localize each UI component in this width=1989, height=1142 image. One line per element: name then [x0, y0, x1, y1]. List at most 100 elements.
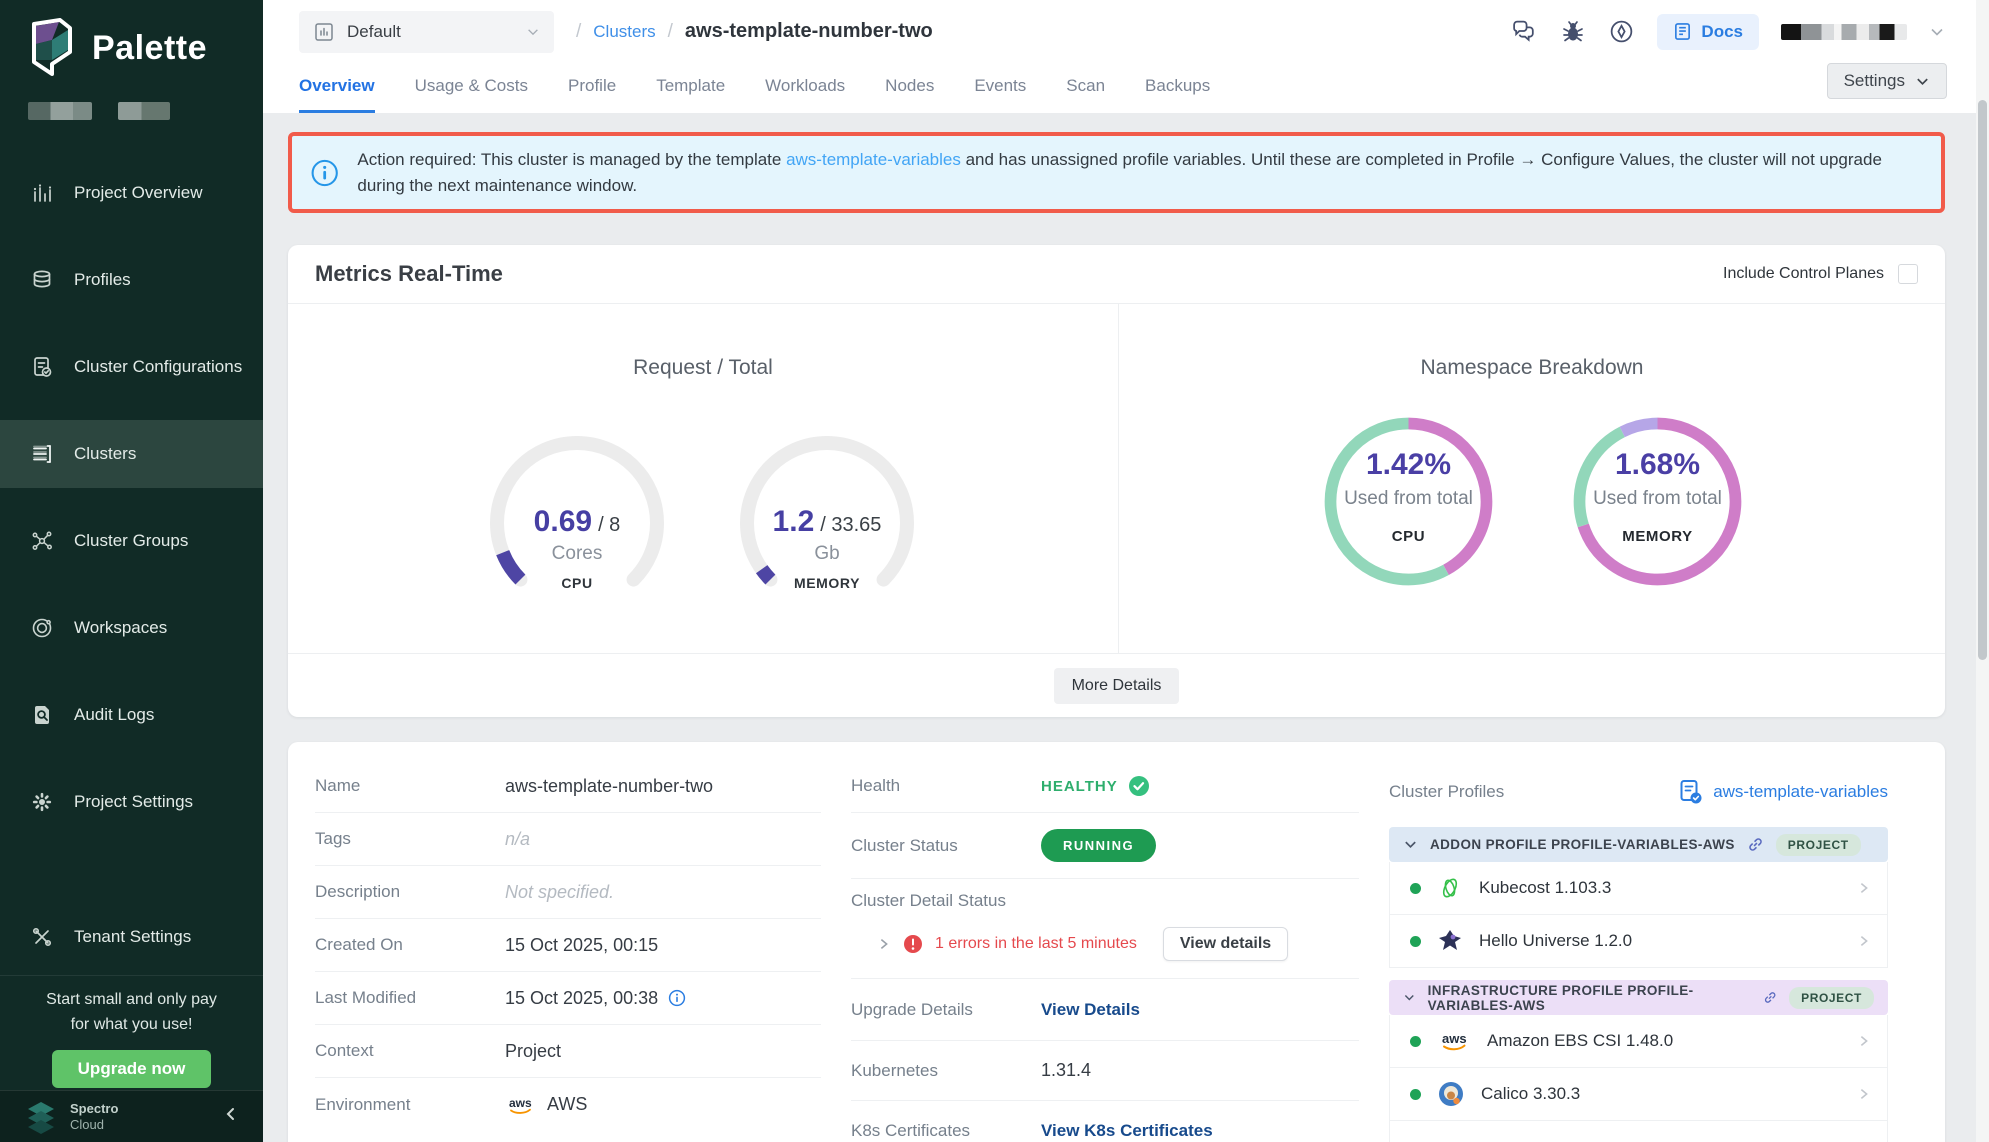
docs-book-icon [1673, 22, 1692, 41]
sidebar-item-cluster-configurations[interactable]: Cluster Configurations [0, 333, 263, 401]
profile-pack-kubecost[interactable]: Kubecost 1.103.3 [1389, 862, 1888, 915]
sidebar-item-label: Profiles [74, 270, 131, 290]
template-link-text: aws-template-variables [1713, 782, 1888, 802]
profile-pack-hello-universe[interactable]: Hello Universe 1.2.0 [1389, 915, 1888, 968]
profile-pack-calico[interactable]: Calico 3.30.3 [1389, 1068, 1888, 1121]
pack-name: Hello Universe 1.2.0 [1479, 931, 1632, 951]
include-control-planes-checkbox[interactable] [1898, 264, 1918, 284]
page-content: Action required: This cluster is managed… [288, 113, 1945, 1142]
chevron-down-icon [526, 25, 540, 39]
layers-stack-icon [30, 268, 54, 292]
sidebar-item-audit-logs[interactable]: Audit Logs [0, 681, 263, 749]
memory-gauge-value: 1.2/ 33.65 [727, 505, 927, 539]
profile-pack-partial[interactable] [1389, 1121, 1888, 1142]
user-menu-chevron-icon[interactable] [1929, 24, 1945, 40]
sidebar-item-project-overview[interactable]: Project Overview [0, 159, 263, 227]
docs-button[interactable]: Docs [1657, 14, 1759, 50]
memory-used-percent: 1.68% [1560, 448, 1755, 482]
cluster-profiles-header: Cluster Profiles aws-template-variables [1389, 772, 1888, 812]
pack-name: Amazon EBS CSI 1.48.0 [1487, 1031, 1673, 1051]
tab-events[interactable]: Events [974, 63, 1026, 113]
orbit-icon [30, 616, 54, 640]
svg-text:aws: aws [1442, 1031, 1467, 1046]
last-modified-label: Last Modified [315, 988, 505, 1008]
detail-row-kubernetes: Kubernetes 1.31.4 [851, 1041, 1359, 1101]
svg-text:aws: aws [509, 1096, 532, 1110]
environment-label: Environment [315, 1095, 505, 1115]
profile-pack-amazon-ebs-csi[interactable]: aws Amazon EBS CSI 1.48.0 [1389, 1015, 1888, 1068]
metrics-realtime-card: Metrics Real-Time Include Control Planes… [288, 245, 1945, 717]
tab-nodes[interactable]: Nodes [885, 63, 934, 113]
view-k8s-certificates-link[interactable]: View K8s Certificates [1041, 1121, 1213, 1141]
detail-row-description: Description Not specified. [315, 866, 821, 919]
addon-profile-group-header[interactable]: ADDON PROFILE PROFILE-VARIABLES-AWS PROJ… [1389, 827, 1888, 862]
footer-brand-line2: Cloud [70, 1117, 118, 1133]
details-middle-column: Health HEALTHY Cluster Status RUNNING Cl… [851, 760, 1359, 1142]
compass-explore-icon[interactable] [1608, 18, 1635, 45]
upgrade-view-details-link[interactable]: View Details [1041, 1000, 1140, 1020]
pack-status-dot [1410, 936, 1421, 947]
alert-message: Action required: This cluster is managed… [357, 147, 1921, 198]
action-required-alert: Action required: This cluster is managed… [288, 132, 1945, 213]
more-details-button[interactable]: More Details [1054, 668, 1180, 704]
redacted-tenant-info [28, 102, 170, 120]
sidebar-item-label: Audit Logs [74, 705, 154, 725]
chevron-right-icon[interactable] [877, 937, 891, 951]
chevron-left-icon [223, 1106, 239, 1122]
sidebar: Palette Project Overview Profiles [0, 0, 263, 1142]
health-label: Health [851, 776, 1041, 796]
tab-template[interactable]: Template [656, 63, 725, 113]
sidebar-item-profiles[interactable]: Profiles [0, 246, 263, 314]
sidebar-item-tenant-settings[interactable]: Tenant Settings [0, 903, 263, 971]
redacted-block [118, 102, 170, 120]
health-status: HEALTHY [1041, 775, 1150, 797]
sidebar-item-workspaces[interactable]: Workspaces [0, 594, 263, 662]
upgrade-now-button[interactable]: Upgrade now [52, 1050, 212, 1088]
cpu-gauge-unit: Cores [477, 543, 677, 565]
feedback-chat-icon[interactable] [1511, 18, 1538, 45]
cpu-used-percent: 1.42% [1311, 448, 1506, 482]
cluster-profiles-panel: Cluster Profiles aws-template-variables … [1389, 760, 1888, 1142]
tags-value: n/a [505, 829, 530, 850]
detail-row-k8s-certificates: K8s Certificates View K8s Certificates [851, 1101, 1359, 1142]
chevron-right-icon [1857, 1034, 1871, 1048]
template-variables-link[interactable]: aws-template-variables [1679, 779, 1888, 805]
page-scrollbar[interactable] [1976, 0, 1989, 1142]
cpu-gauge: 0.69/ 8 Cores CPU [477, 423, 677, 623]
context-label: Context [315, 1041, 505, 1061]
sidebar-item-cluster-groups[interactable]: Cluster Groups [0, 507, 263, 575]
tab-usage-costs[interactable]: Usage & Costs [415, 63, 528, 113]
cpu-request-value: 0.69 [534, 505, 592, 538]
scrollbar-thumb[interactable] [1978, 100, 1987, 660]
view-details-button[interactable]: View details [1163, 927, 1288, 961]
tab-workloads[interactable]: Workloads [765, 63, 845, 113]
sidebar-item-clusters[interactable]: Clusters [0, 420, 263, 488]
sidebar-item-label: Cluster Configurations [74, 357, 242, 377]
chevron-down-icon [1403, 990, 1416, 1005]
chevron-down-icon [1403, 837, 1418, 852]
tab-overview[interactable]: Overview [299, 63, 375, 113]
breadcrumb-clusters-link[interactable]: Clusters [593, 22, 655, 42]
project-scope-selector[interactable]: Default [299, 11, 554, 53]
tab-scan[interactable]: Scan [1066, 63, 1105, 113]
metrics-title: Metrics Real-Time [315, 261, 503, 287]
settings-button[interactable]: Settings [1827, 63, 1947, 99]
sidebar-item-project-settings[interactable]: Project Settings [0, 768, 263, 836]
infrastructure-profile-group-header[interactable]: INFRASTRUCTURE PROFILE PROFILE-VARIABLES… [1389, 980, 1888, 1015]
infrastructure-profile-name: INFRASTRUCTURE PROFILE PROFILE-VARIABLES… [1428, 983, 1751, 1013]
details-left-column: Name aws-template-number-two Tags n/a De… [315, 760, 821, 1142]
memory-request-value: 1.2 [773, 505, 815, 538]
kubernetes-label: Kubernetes [851, 1061, 1041, 1081]
tab-profile[interactable]: Profile [568, 63, 616, 113]
topbar-actions: Docs [1511, 14, 1945, 50]
detail-row-created-on: Created On 15 Oct 2025, 00:15 [315, 919, 821, 972]
project-scope-badge: PROJECT [1789, 987, 1874, 1009]
bug-report-icon[interactable] [1560, 19, 1586, 45]
tab-backups[interactable]: Backups [1145, 63, 1210, 113]
alert-template-link[interactable]: aws-template-variables [786, 150, 961, 169]
info-icon[interactable] [668, 989, 686, 1007]
link-icon [1763, 989, 1777, 1006]
sidebar-collapse-button[interactable] [223, 1106, 239, 1127]
main-area: Default / Clusters / aws-template-number… [263, 0, 1989, 1142]
network-nodes-icon [30, 529, 54, 553]
